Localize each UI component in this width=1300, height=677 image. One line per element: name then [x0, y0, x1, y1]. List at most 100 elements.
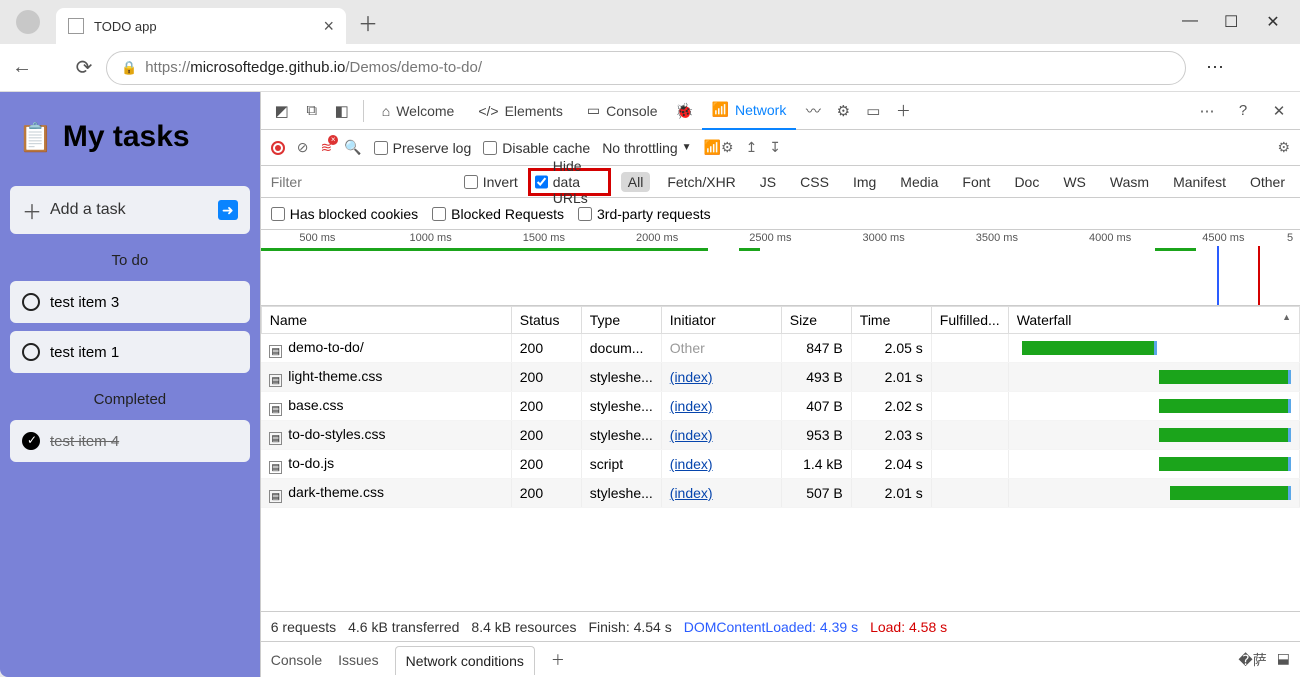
- third-party-checkbox[interactable]: 3rd-party requests: [578, 206, 711, 222]
- search-icon[interactable]: 🔍: [344, 139, 361, 156]
- filter-toggle-icon[interactable]: ≋×: [320, 139, 332, 156]
- blocked-requests-checkbox[interactable]: Blocked Requests: [432, 206, 564, 222]
- waterfall-bar: [1017, 425, 1291, 445]
- filter-type-js[interactable]: JS: [753, 172, 783, 192]
- network-conditions-icon[interactable]: 📶⚙: [704, 139, 734, 156]
- wifi-icon: 📶: [712, 101, 729, 118]
- table-row[interactable]: ▤demo-to-do/200docum...Other847 B2.05 s: [261, 334, 1299, 363]
- filter-type-manifest[interactable]: Manifest: [1166, 172, 1233, 192]
- table-row[interactable]: ▤dark-theme.css200styleshe...(index)507 …: [261, 479, 1299, 508]
- close-devtools-icon[interactable]: ✕: [1266, 98, 1292, 124]
- panel-icon[interactable]: ▭: [860, 98, 886, 124]
- task-item-completed[interactable]: test item 4: [10, 420, 250, 462]
- filter-type-all[interactable]: All: [621, 172, 651, 192]
- dock-icon[interactable]: ◧: [329, 98, 355, 124]
- tab-console[interactable]: ▭Console: [577, 92, 668, 130]
- close-tab-icon[interactable]: ×: [323, 16, 334, 37]
- more-tools-icon[interactable]: ⋯: [1194, 98, 1220, 124]
- filter-type-wasm[interactable]: Wasm: [1103, 172, 1156, 192]
- drawer-tab-network-conditions[interactable]: Network conditions: [395, 646, 535, 675]
- table-row[interactable]: ▤to-do.js200script(index)1.4 kB2.04 s: [261, 450, 1299, 479]
- filter-type-css[interactable]: CSS: [793, 172, 836, 192]
- waterfall-bar: [1017, 367, 1291, 387]
- tab-welcome[interactable]: ⌂Welcome: [372, 92, 465, 130]
- initiator-link[interactable]: (index): [670, 456, 713, 472]
- lock-icon: 🔒: [121, 60, 137, 76]
- new-tab-button[interactable]: ＋: [358, 8, 378, 37]
- col-time[interactable]: Time: [851, 307, 931, 334]
- filter-type-font[interactable]: Font: [955, 172, 997, 192]
- preserve-log-checkbox[interactable]: Preserve log: [374, 140, 472, 156]
- col-type[interactable]: Type: [581, 307, 661, 334]
- inspect-icon[interactable]: ◩: [269, 98, 295, 124]
- col-fulfilled[interactable]: Fulfilled...: [931, 307, 1008, 334]
- maximize-button[interactable]: ☐: [1224, 12, 1238, 32]
- drawer-expand-icon[interactable]: �萨: [1238, 650, 1266, 670]
- task-checkbox[interactable]: [22, 343, 40, 361]
- refresh-button[interactable]: ⟳: [74, 55, 94, 80]
- todo-app: 📋 My tasks ＋ Add a task ➜ To do test ite…: [0, 92, 260, 677]
- task-item[interactable]: test item 1: [10, 331, 250, 373]
- network-toolbar: ⊘ ≋× 🔍 Preserve log Disable cache No thr…: [261, 130, 1300, 166]
- tab-elements[interactable]: </>Elements: [468, 92, 573, 130]
- page-icon: [68, 18, 84, 34]
- plus-icon: ＋: [22, 196, 42, 225]
- filter-type-fetch[interactable]: Fetch/XHR: [660, 172, 742, 192]
- performance-icon[interactable]: 〰: [800, 98, 826, 124]
- filter-type-ws[interactable]: WS: [1056, 172, 1093, 192]
- close-window-button[interactable]: ✕: [1266, 12, 1280, 32]
- submit-arrow-icon[interactable]: ➜: [218, 200, 238, 220]
- status-transferred: 4.6 kB transferred: [348, 619, 459, 635]
- initiator-link[interactable]: (index): [670, 485, 713, 501]
- col-name[interactable]: Name: [261, 307, 511, 334]
- col-size[interactable]: Size: [781, 307, 851, 334]
- table-row[interactable]: ▤to-do-styles.css200styleshe...(index)95…: [261, 421, 1299, 450]
- help-icon[interactable]: ?: [1230, 98, 1256, 124]
- tab-network[interactable]: 📶Network: [702, 92, 797, 130]
- clear-button[interactable]: ⊘: [297, 139, 309, 156]
- browser-tab[interactable]: TODO app ×: [56, 8, 346, 44]
- throttling-select[interactable]: No throttling▼: [602, 140, 691, 156]
- initiator-link[interactable]: (index): [670, 369, 713, 385]
- initiator-link[interactable]: (index): [670, 427, 713, 443]
- filter-type-other[interactable]: Other: [1243, 172, 1292, 192]
- gear-icon[interactable]: ⚙: [830, 98, 856, 124]
- drawer-collapse-icon[interactable]: ⬓: [1277, 650, 1290, 670]
- col-initiator[interactable]: Initiator: [661, 307, 781, 334]
- export-har-icon[interactable]: ↧: [769, 139, 781, 156]
- network-timeline[interactable]: 500 ms1000 ms1500 ms2000 ms2500 ms3000 m…: [261, 230, 1300, 306]
- task-item[interactable]: test item 3: [10, 281, 250, 323]
- record-button[interactable]: [271, 141, 285, 155]
- add-tab-icon[interactable]: ＋: [890, 98, 916, 124]
- drawer-tab-console[interactable]: Console: [271, 652, 322, 668]
- col-status[interactable]: Status: [511, 307, 581, 334]
- back-button[interactable]: ←: [12, 56, 32, 79]
- filter-input[interactable]: [269, 172, 454, 192]
- network-request-table[interactable]: Name Status Type Initiator Size Time Ful…: [261, 306, 1300, 611]
- status-dcl: DOMContentLoaded: 4.39 s: [684, 619, 858, 635]
- filter-type-img[interactable]: Img: [846, 172, 883, 192]
- initiator-link[interactable]: (index): [670, 398, 713, 414]
- task-checkbox[interactable]: [22, 293, 40, 311]
- url-field[interactable]: 🔒 https://microsoftedge.github.io/Demos/…: [106, 51, 1186, 85]
- filter-type-doc[interactable]: Doc: [1007, 172, 1046, 192]
- invert-checkbox[interactable]: Invert: [464, 174, 518, 190]
- profile-avatar[interactable]: [16, 10, 40, 34]
- network-settings-icon[interactable]: ⚙: [1277, 139, 1290, 156]
- import-har-icon[interactable]: ↥: [746, 139, 758, 156]
- filter-type-media[interactable]: Media: [893, 172, 945, 192]
- device-icon[interactable]: ⧉: [299, 98, 325, 124]
- col-waterfall[interactable]: Waterfall: [1008, 307, 1299, 334]
- drawer-tab-issues[interactable]: Issues: [338, 652, 378, 668]
- more-menu-button[interactable]: ⋯: [1206, 57, 1224, 78]
- drawer-add-tab-icon[interactable]: ＋: [551, 650, 565, 670]
- table-row[interactable]: ▤light-theme.css200styleshe...(index)493…: [261, 363, 1299, 392]
- table-row[interactable]: ▤base.css200styleshe...(index)407 B2.02 …: [261, 392, 1299, 421]
- task-checkbox-checked[interactable]: [22, 432, 40, 450]
- blocked-cookies-checkbox[interactable]: Has blocked cookies: [271, 206, 418, 222]
- minimize-button[interactable]: ―: [1182, 12, 1196, 32]
- disable-cache-checkbox[interactable]: Disable cache: [483, 140, 590, 156]
- task-label: test item 4: [50, 433, 119, 450]
- sources-icon[interactable]: 🐞: [672, 98, 698, 124]
- add-task-button[interactable]: ＋ Add a task ➜: [10, 186, 250, 234]
